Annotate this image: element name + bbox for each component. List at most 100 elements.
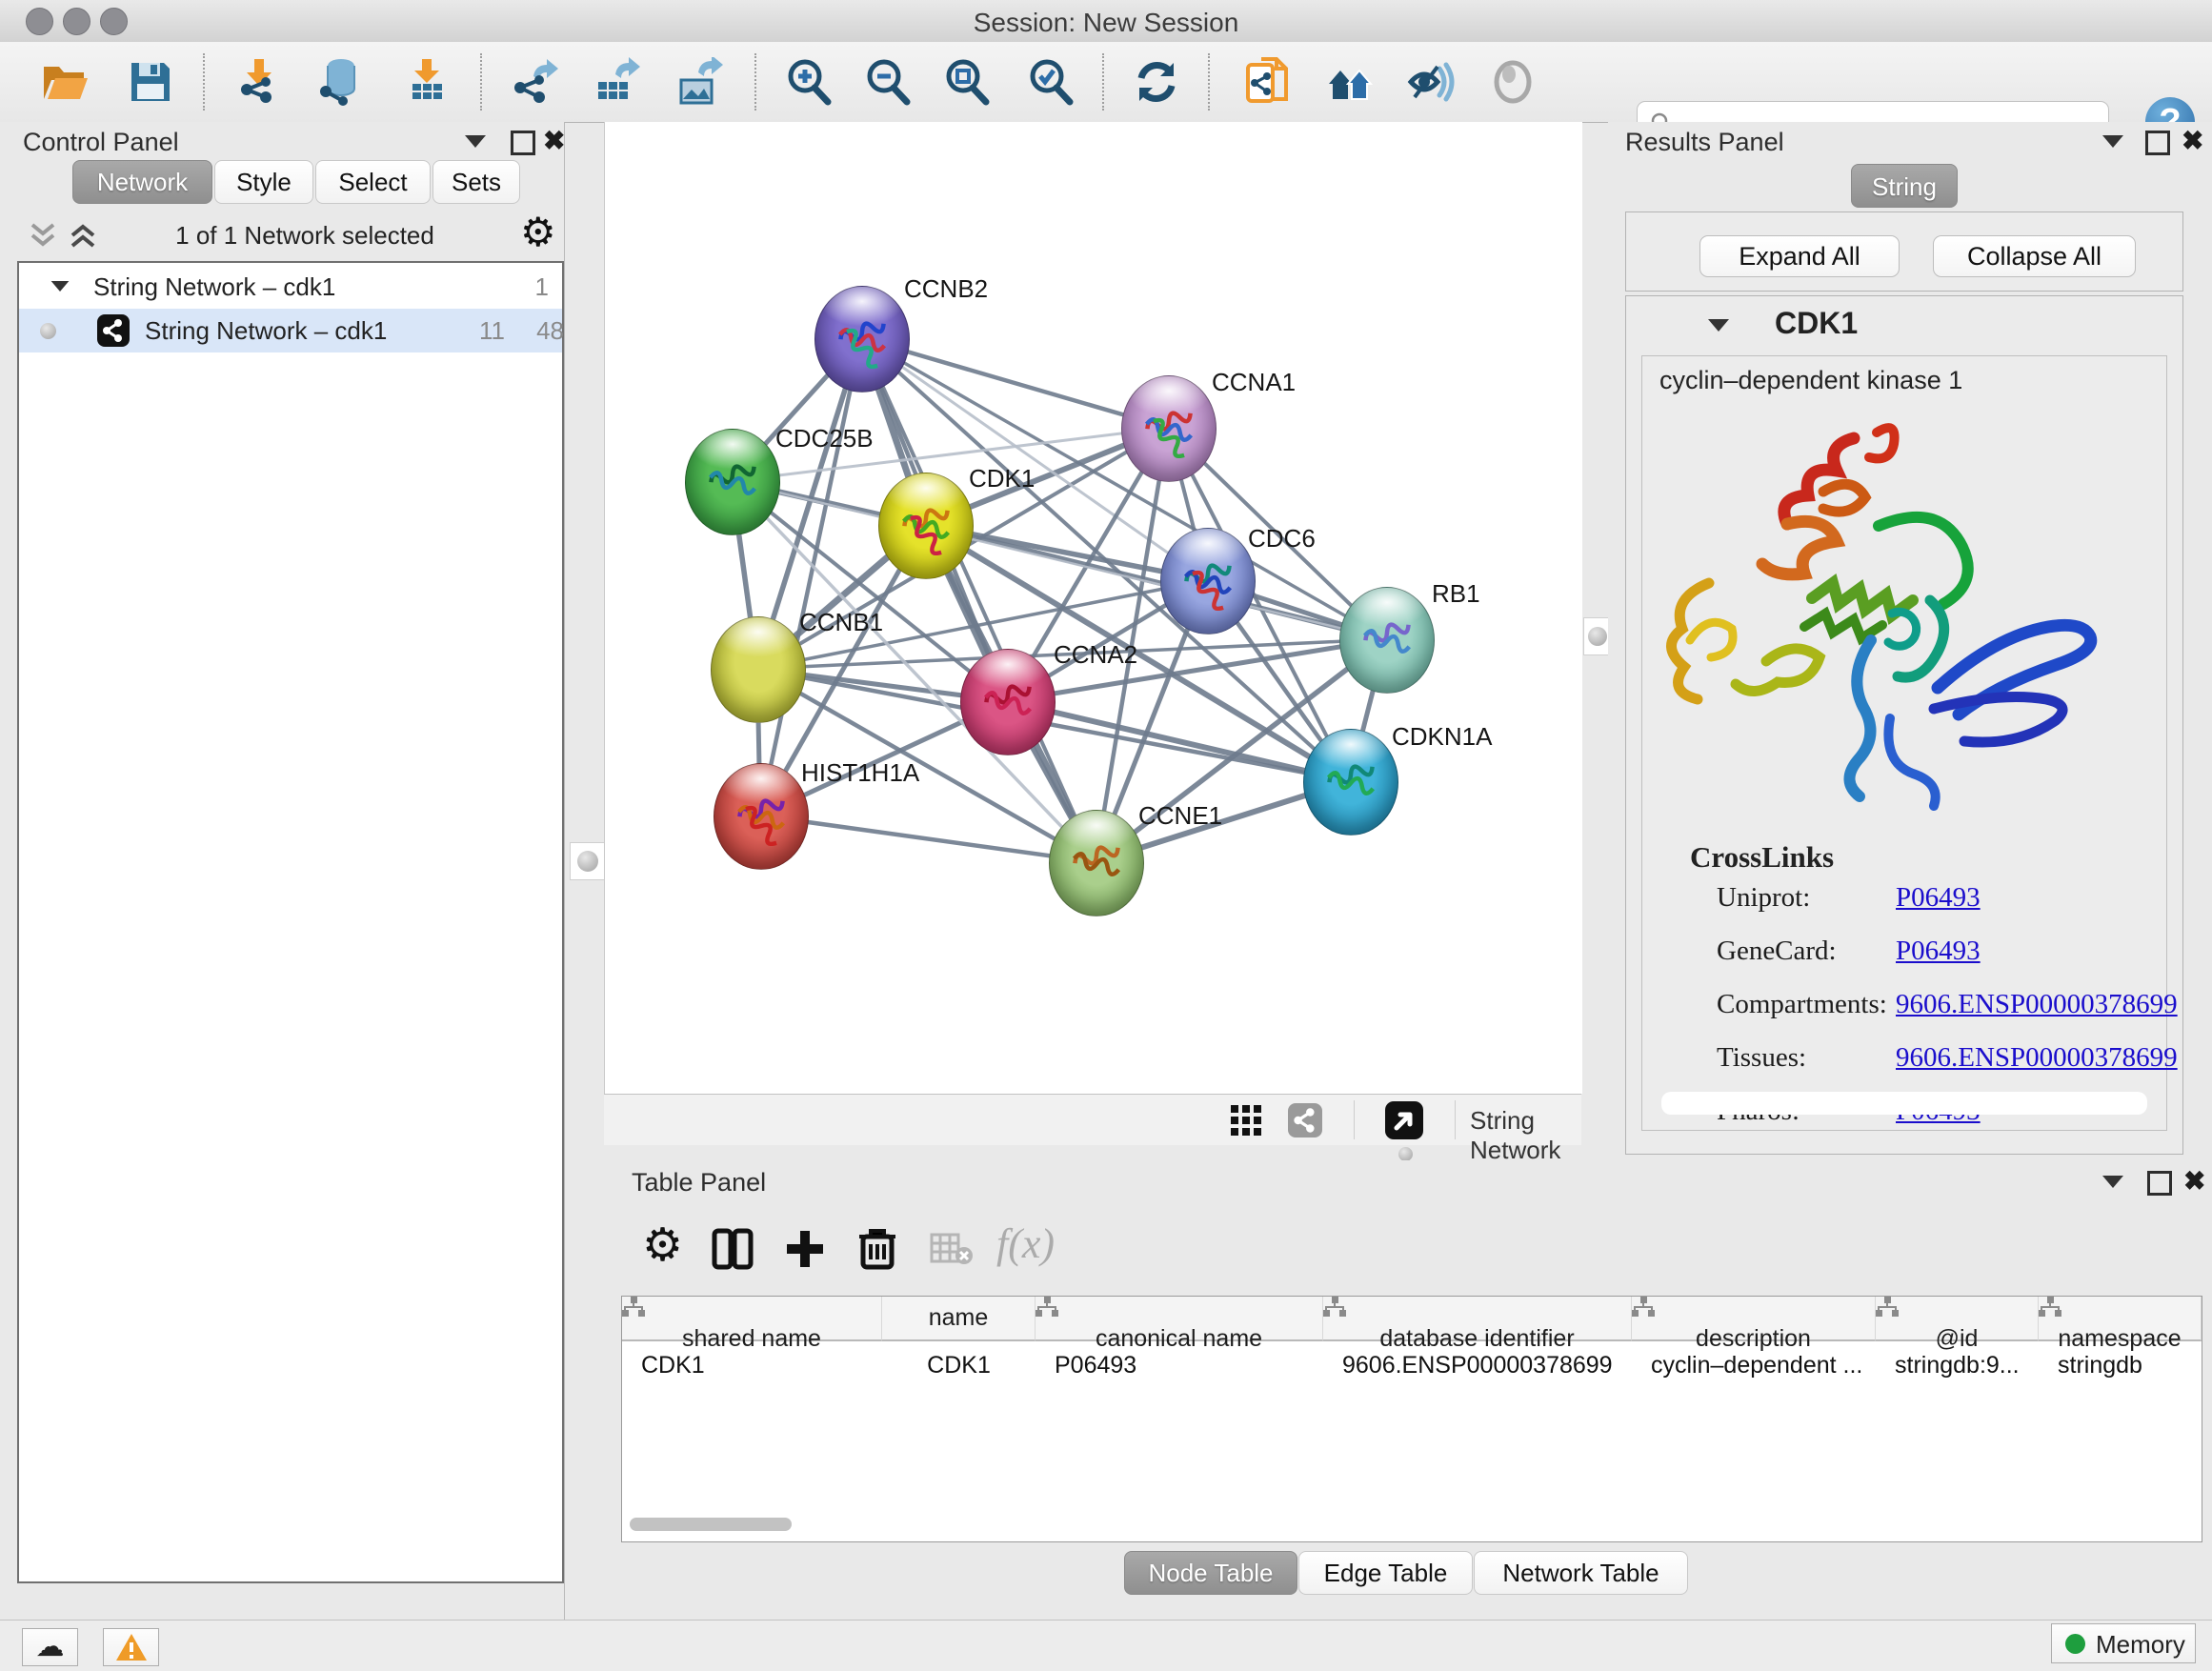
column-header-databaseidentifier[interactable]: database identifier xyxy=(1323,1297,1632,1341)
tab-string[interactable]: String xyxy=(1851,164,1958,208)
column-header-namespace[interactable]: namespace xyxy=(2039,1297,2202,1341)
node-hist1h1a[interactable] xyxy=(714,763,809,870)
share-clipboard-icon[interactable] xyxy=(1242,57,1292,107)
float-panel-icon[interactable] xyxy=(2145,131,2170,155)
collapse-all-icon[interactable] xyxy=(29,221,57,250)
import-table-icon[interactable] xyxy=(401,57,451,107)
cell-databaseidentifier[interactable]: 9606.ENSP00000378699 xyxy=(1323,1343,1632,1387)
application-window: Session: New Session xyxy=(0,0,2212,1671)
protein-description: cyclin–dependent kinase 1 xyxy=(1659,366,1962,395)
cell-name[interactable]: CDK1 xyxy=(882,1343,1036,1387)
toggle-bundling-icon[interactable] xyxy=(1488,57,1538,107)
refresh-icon[interactable] xyxy=(1132,57,1181,107)
column-header-sharedname[interactable]: shared name xyxy=(622,1297,882,1341)
edge-CCNE1-HIST1H1A[interactable] xyxy=(760,815,1096,862)
close-panel-icon[interactable]: ✖ xyxy=(2183,1169,2205,1194)
results-scrollbar[interactable] xyxy=(1661,1092,2147,1115)
zoom-out-icon[interactable] xyxy=(863,57,913,107)
tab-node-table[interactable]: Node Table xyxy=(1124,1551,1297,1595)
table-horizontal-scrollbar[interactable] xyxy=(630,1518,792,1531)
node-ccna1[interactable] xyxy=(1121,375,1217,482)
node-cdc6[interactable] xyxy=(1160,528,1256,634)
warnings-button[interactable] xyxy=(103,1628,159,1666)
node-ccna2[interactable] xyxy=(960,649,1056,755)
edge-CCNB2-HIST1H1A[interactable] xyxy=(760,338,861,815)
protein-ribbon-thumbnail xyxy=(728,789,794,846)
cloud-status-button[interactable]: ☁ xyxy=(22,1628,78,1666)
collapse-all-button[interactable]: Collapse All xyxy=(1933,235,2136,277)
node-ccne1[interactable] xyxy=(1049,810,1144,916)
export-table-icon[interactable] xyxy=(591,57,640,107)
cell-description[interactable]: cyclin–dependent ... xyxy=(1632,1343,1876,1387)
crosslink-value-link[interactable]: 9606.ENSP00000378699 xyxy=(1896,1042,2178,1074)
crosslink-value-link[interactable]: P06493 xyxy=(1896,936,1981,967)
crosslink-value-link[interactable]: 9606.ENSP00000378699 xyxy=(1896,989,2178,1020)
open-in-window-icon[interactable] xyxy=(1385,1101,1423,1139)
export-image-icon[interactable] xyxy=(674,57,723,107)
float-panel-icon[interactable] xyxy=(2147,1171,2172,1196)
string-home-icon[interactable] xyxy=(1325,57,1375,107)
delete-column-icon[interactable] xyxy=(855,1225,899,1271)
node-ccnb1[interactable] xyxy=(711,616,806,723)
tab-edge-table[interactable]: Edge Table xyxy=(1298,1551,1473,1595)
memory-button[interactable]: Memory xyxy=(2051,1623,2196,1663)
table-options-gear-icon[interactable]: ⚙ xyxy=(642,1223,683,1269)
crosslink-value-link[interactable]: P06493 xyxy=(1896,882,1981,914)
tab-sets[interactable]: Sets xyxy=(432,160,520,204)
column-header-canonicalname[interactable]: canonical name xyxy=(1036,1297,1323,1341)
network-options-gear-icon[interactable]: ⚙ xyxy=(520,212,556,252)
grid-view-icon[interactable] xyxy=(1229,1103,1263,1137)
save-session-icon[interactable] xyxy=(126,57,175,107)
protein-ribbon-thumbnail xyxy=(1063,836,1130,893)
node-rb1[interactable] xyxy=(1339,587,1435,694)
string-view-icon[interactable] xyxy=(1288,1103,1322,1137)
cell-canonicalname[interactable]: P06493 xyxy=(1036,1343,1323,1387)
expand-all-icon[interactable] xyxy=(69,221,97,250)
horizontal-splitter-handle[interactable] xyxy=(1398,1147,1413,1161)
show-columns-icon[interactable] xyxy=(711,1227,754,1271)
create-column-icon[interactable] xyxy=(783,1227,827,1271)
node-label-rb1: RB1 xyxy=(1432,579,1480,609)
column-header-id[interactable]: @id xyxy=(1876,1297,2039,1341)
tab-network-table[interactable]: Network Table xyxy=(1474,1551,1688,1595)
node-cdk1[interactable] xyxy=(878,473,974,579)
zoom-in-icon[interactable] xyxy=(784,57,834,107)
panel-menu-icon[interactable] xyxy=(465,135,486,148)
left-splitter-handle[interactable] xyxy=(570,842,606,880)
cell-sharedname[interactable]: CDK1 xyxy=(622,1343,882,1387)
hide-unhide-icon[interactable] xyxy=(1407,57,1457,107)
zoom-fit-icon[interactable] xyxy=(942,57,992,107)
tab-network[interactable]: Network xyxy=(72,160,212,204)
column-header-name[interactable]: name xyxy=(882,1297,1036,1341)
network-row-selected[interactable]: String Network – cdk1 11 48 xyxy=(19,309,562,352)
export-network-icon[interactable] xyxy=(509,57,558,107)
column-header-description[interactable]: description xyxy=(1632,1297,1876,1341)
protein-disclosure-icon[interactable] xyxy=(1708,319,1729,332)
panel-menu-icon[interactable] xyxy=(2102,135,2123,148)
zoom-selected-icon[interactable] xyxy=(1026,57,1076,107)
edge-CCNA2-CDKN1A[interactable] xyxy=(1007,701,1350,781)
network-canvas[interactable]: CCNB2CCNA1CDC25BCDK1CDC6RB1CCNB1CCNA2CDK… xyxy=(604,122,1582,1094)
node-ccnb2[interactable] xyxy=(814,286,910,393)
collection-disclosure-icon[interactable] xyxy=(51,281,70,292)
float-panel-icon[interactable] xyxy=(511,131,535,155)
close-panel-icon[interactable]: ✖ xyxy=(543,129,565,153)
node-cdc25b[interactable] xyxy=(685,429,780,535)
window-title: Session: New Session xyxy=(0,8,2212,38)
open-file-icon[interactable] xyxy=(40,57,90,107)
delete-table-icon-disabled xyxy=(930,1231,974,1267)
panel-menu-icon[interactable] xyxy=(2102,1176,2123,1188)
close-panel-icon[interactable]: ✖ xyxy=(2182,129,2203,153)
node-label-cdkn1a: CDKN1A xyxy=(1392,722,1492,752)
network-label: String Network – cdk1 xyxy=(145,316,387,346)
cell-id[interactable]: stringdb:9... xyxy=(1876,1343,2039,1387)
import-database-icon[interactable] xyxy=(314,57,364,107)
cell-namespace[interactable]: stringdb xyxy=(2039,1343,2202,1387)
import-network-icon[interactable] xyxy=(233,57,283,107)
network-collection-row[interactable]: String Network – cdk1 1 xyxy=(19,265,562,309)
expand-all-button[interactable]: Expand All xyxy=(1699,235,1900,277)
tab-style[interactable]: Style xyxy=(214,160,313,204)
tab-select[interactable]: Select xyxy=(315,160,431,204)
function-builder-icon-disabled: f(x) xyxy=(996,1219,1055,1268)
node-cdkn1a[interactable] xyxy=(1303,729,1398,836)
